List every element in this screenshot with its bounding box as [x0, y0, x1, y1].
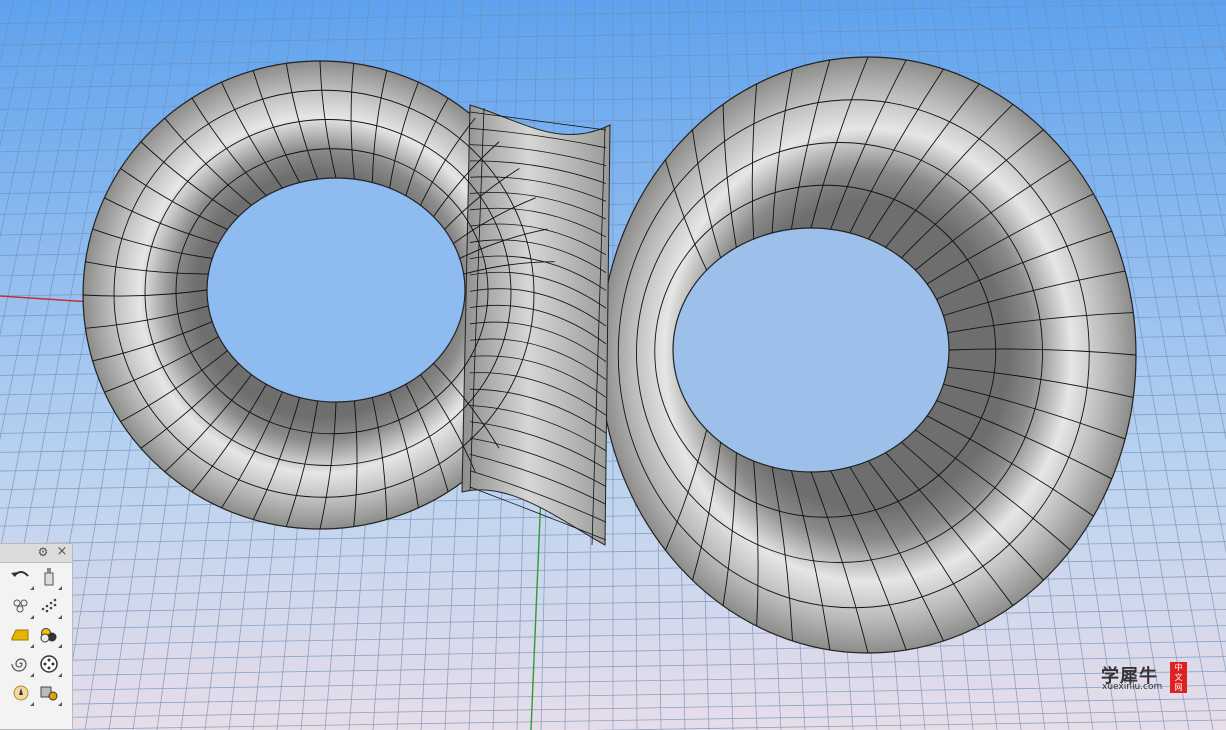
toolbar-row [0, 564, 73, 590]
figure-eight-surface[interactable] [82, 56, 1137, 654]
flyout-indicator [30, 702, 34, 706]
toolbar-row [0, 593, 73, 619]
flyout-indicator [58, 615, 62, 619]
stamp-char: 网 [1174, 683, 1183, 692]
watermark-url: xuexiniu.com [1102, 682, 1163, 692]
stamp-char: 中 [1174, 663, 1183, 672]
floating-toolbar-panel: ⚙ × [0, 543, 73, 730]
viewport-scene[interactable] [0, 0, 1226, 730]
grid-line [1211, 0, 1226, 63]
flyout-indicator [30, 615, 34, 619]
toolbar-row [0, 622, 73, 648]
stamp-char: 文 [1174, 673, 1183, 682]
flyout-indicator [30, 586, 34, 590]
grid-line [1174, 0, 1226, 239]
y-axis-line [530, 469, 543, 730]
flyout-indicator [58, 586, 62, 590]
close-icon[interactable]: × [55, 545, 69, 559]
right-hole [672, 227, 950, 473]
toolbar-header: ⚙ × [0, 544, 72, 563]
gear-icon[interactable]: ⚙ [36, 545, 50, 559]
flyout-indicator [30, 644, 34, 648]
toolbar-row [0, 680, 73, 706]
flyout-indicator [30, 673, 34, 677]
grid-line [1155, 0, 1226, 337]
watermark-stamp: 中 文 网 [1170, 662, 1187, 693]
perspective-viewport[interactable]: ⚙ × 学犀牛 xuexiniu.com 中 文 网 [0, 0, 1226, 730]
watermark-logo: 学犀牛 xuexiniu.com 中 文 网 [1098, 660, 1190, 694]
flyout-indicator [58, 673, 62, 677]
left-hole [206, 177, 466, 403]
toolbar-row [0, 651, 73, 677]
flyout-indicator [58, 644, 62, 648]
grid-line [1136, 0, 1226, 441]
flyout-indicator [58, 702, 62, 706]
